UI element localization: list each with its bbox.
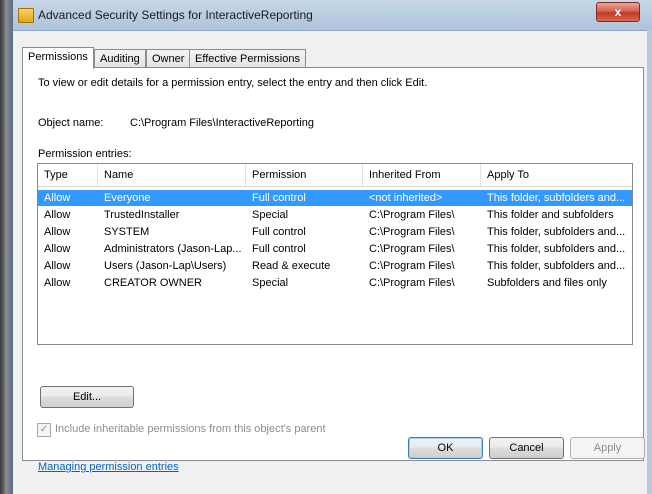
cell-inherited-from: C:\Program Files\ bbox=[369, 209, 455, 221]
object-name-label: Object name: bbox=[38, 117, 104, 129]
ok-button[interactable]: OK bbox=[408, 437, 483, 459]
cell-name: SYSTEM bbox=[104, 226, 150, 238]
cell-type: Allow bbox=[44, 260, 71, 272]
cell-name: CREATOR OWNER bbox=[104, 277, 202, 289]
cell-name: Administrators (Jason-Lap... bbox=[104, 243, 242, 255]
table-row[interactable]: Allow Everyone Full control <not inherit… bbox=[38, 190, 632, 206]
cell-permission: Full control bbox=[252, 243, 306, 255]
table-row[interactable]: Allow CREATOR OWNER Special C:\Program F… bbox=[38, 275, 632, 291]
cell-apply-to: Subfolders and files only bbox=[487, 277, 607, 289]
cell-inherited-from: <not inherited> bbox=[369, 192, 443, 204]
column-header-permission[interactable]: Permission bbox=[246, 164, 363, 186]
dialog-body: Permissions Auditing Owner Effective Per… bbox=[13, 31, 647, 494]
tab-owner[interactable]: Owner bbox=[146, 49, 191, 68]
cell-apply-to: This folder, subfolders and... bbox=[487, 243, 626, 255]
cell-type: Allow bbox=[44, 243, 71, 255]
column-header-apply-to[interactable]: Apply To bbox=[481, 164, 632, 186]
cell-type: Allow bbox=[44, 192, 71, 204]
cell-type: Allow bbox=[44, 209, 71, 221]
cell-type: Allow bbox=[44, 226, 71, 238]
window-left-border bbox=[0, 0, 13, 494]
cell-permission: Full control bbox=[252, 226, 306, 238]
cancel-button[interactable]: Cancel bbox=[489, 437, 564, 459]
window-right-border bbox=[647, 30, 652, 494]
cell-type: Allow bbox=[44, 277, 71, 289]
column-header-name[interactable]: Name bbox=[98, 164, 246, 186]
folder-icon bbox=[18, 8, 34, 23]
dialog-window: Advanced Security Settings for Interacti… bbox=[0, 0, 652, 494]
tab-auditing[interactable]: Auditing bbox=[94, 49, 146, 68]
apply-button[interactable]: Apply bbox=[570, 437, 645, 459]
table-row[interactable]: Allow SYSTEM Full control C:\Program Fil… bbox=[38, 224, 632, 240]
object-name-value: C:\Program Files\InteractiveReporting bbox=[130, 117, 315, 129]
edit-button[interactable]: Edit... bbox=[40, 386, 134, 408]
list-header: Type Name Permission Inherited From Appl… bbox=[38, 164, 632, 187]
table-row[interactable]: Allow Administrators (Jason-Lap... Full … bbox=[38, 241, 632, 257]
cell-inherited-from: C:\Program Files\ bbox=[369, 243, 455, 255]
cell-apply-to: This folder, subfolders and... bbox=[487, 226, 626, 238]
close-button[interactable]: x bbox=[596, 2, 640, 22]
permissions-panel: To view or edit details for a permission… bbox=[22, 67, 644, 473]
cell-permission: Read & execute bbox=[252, 260, 331, 272]
cell-apply-to: This folder, subfolders and... bbox=[487, 192, 626, 204]
title-bar[interactable]: Advanced Security Settings for Interacti… bbox=[13, 0, 652, 31]
cell-name: Users (Jason-Lap\Users) bbox=[104, 260, 227, 272]
cell-permission: Special bbox=[252, 277, 289, 289]
managing-permissions-link[interactable]: Managing permission entries bbox=[38, 461, 179, 473]
cell-inherited-from: C:\Program Files\ bbox=[369, 226, 455, 238]
instructions-text: To view or edit details for a permission… bbox=[38, 77, 428, 89]
column-header-inherited-from[interactable]: Inherited From bbox=[363, 164, 481, 186]
cell-name: Everyone bbox=[104, 192, 151, 204]
permission-entries-list[interactable]: Type Name Permission Inherited From Appl… bbox=[37, 163, 633, 345]
cell-permission: Special bbox=[252, 209, 289, 221]
cell-name: TrustedInstaller bbox=[104, 209, 180, 221]
window-title: Advanced Security Settings for Interacti… bbox=[38, 8, 313, 22]
permission-entries-label: Permission entries: bbox=[38, 148, 132, 160]
cell-inherited-from: C:\Program Files\ bbox=[369, 260, 455, 272]
cell-permission: Full control bbox=[252, 192, 306, 204]
tab-permissions[interactable]: Permissions bbox=[22, 47, 94, 69]
table-row[interactable]: Allow Users (Jason-Lap\Users) Read & exe… bbox=[38, 258, 632, 274]
inherit-checkbox[interactable]: ✓ bbox=[37, 423, 51, 437]
cell-apply-to: This folder, subfolders and... bbox=[487, 260, 626, 272]
cell-inherited-from: C:\Program Files\ bbox=[369, 277, 455, 289]
inherit-checkbox-label: Include inheritable permissions from thi… bbox=[55, 423, 326, 435]
column-header-type[interactable]: Type bbox=[38, 164, 98, 186]
table-row[interactable]: Allow TrustedInstaller Special C:\Progra… bbox=[38, 207, 632, 223]
cell-apply-to: This folder and subfolders bbox=[487, 209, 614, 221]
tab-effective-permissions[interactable]: Effective Permissions bbox=[189, 49, 306, 68]
